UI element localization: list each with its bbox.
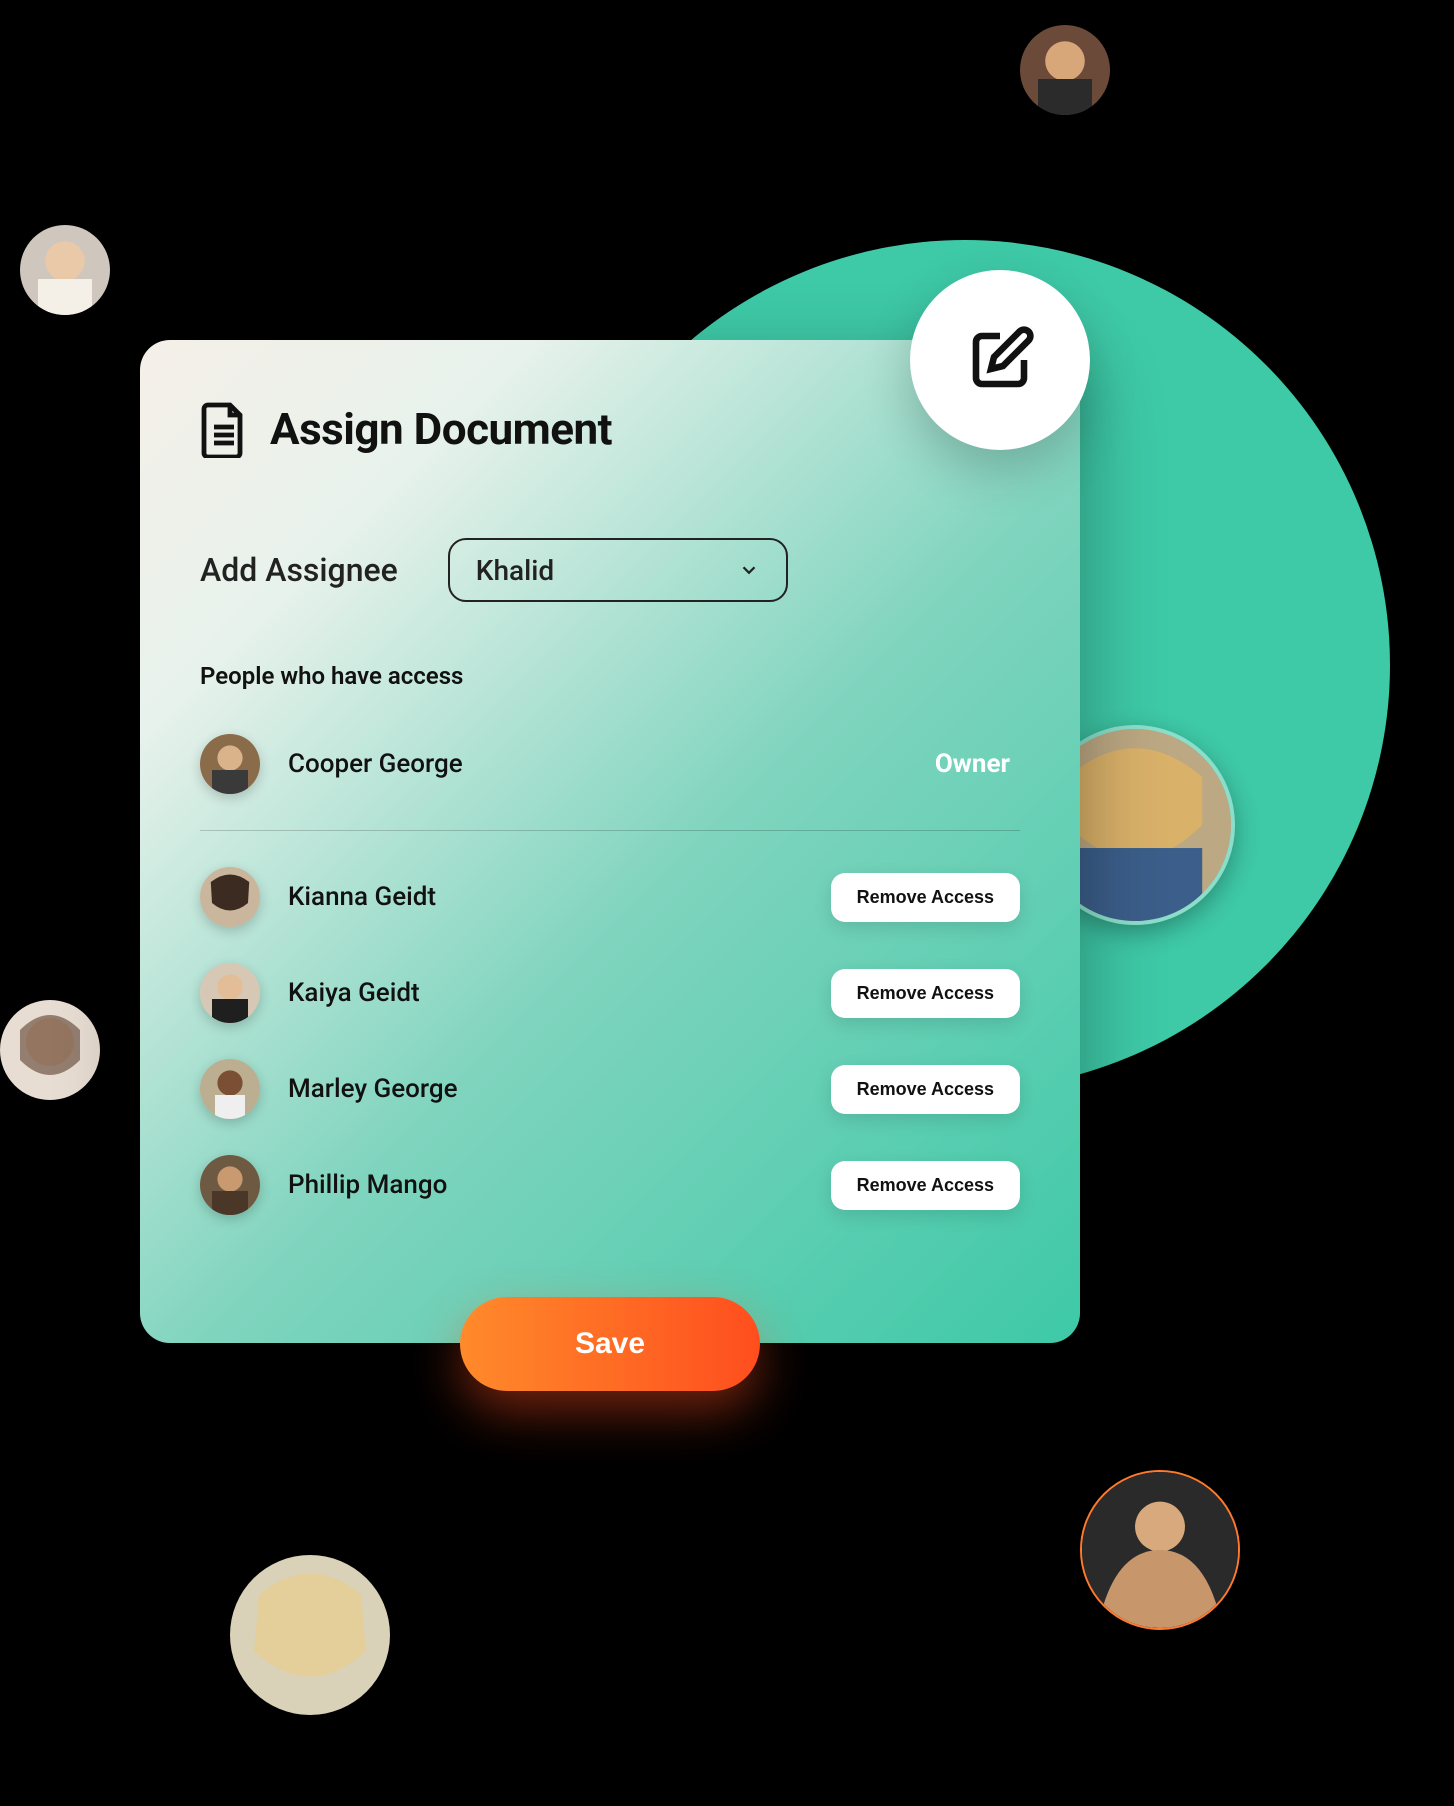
person-name: Kaiya Geidt — [288, 978, 831, 1008]
floating-avatar — [1020, 25, 1110, 115]
remove-access-button[interactable]: Remove Access — [831, 1065, 1020, 1114]
remove-access-button[interactable]: Remove Access — [831, 873, 1020, 922]
person-name: Kianna Geidt — [288, 882, 831, 912]
person-name: Marley George — [288, 1074, 831, 1104]
owner-row: Cooper George Owner — [200, 716, 1020, 831]
edit-button[interactable] — [910, 270, 1090, 450]
floating-avatar — [1080, 1470, 1240, 1630]
assign-document-modal: Assign Document Add Assignee Khalid Peop… — [140, 340, 1080, 1343]
document-icon — [200, 400, 248, 458]
assignee-select[interactable]: Khalid — [448, 538, 788, 602]
access-row: Kianna Geidt Remove Access — [200, 849, 1020, 945]
avatar — [200, 734, 260, 794]
remove-access-button[interactable]: Remove Access — [831, 1161, 1020, 1210]
access-row: Phillip Mango Remove Access — [200, 1137, 1020, 1233]
chevron-down-icon — [738, 559, 760, 581]
access-row: Marley George Remove Access — [200, 1041, 1020, 1137]
avatar — [200, 963, 260, 1023]
edit-icon — [964, 324, 1036, 396]
access-section-label: People who have access — [200, 662, 1020, 690]
remove-access-button[interactable]: Remove Access — [831, 969, 1020, 1018]
avatar — [200, 1155, 260, 1215]
person-name: Phillip Mango — [288, 1170, 831, 1200]
avatar — [200, 867, 260, 927]
owner-name: Cooper George — [288, 749, 935, 779]
avatar — [200, 1059, 260, 1119]
owner-role-label: Owner — [935, 749, 1010, 779]
add-assignee-label: Add Assignee — [200, 551, 398, 589]
modal-title: Assign Document — [270, 403, 612, 455]
save-button[interactable]: Save — [460, 1297, 760, 1391]
floating-avatar — [0, 1000, 100, 1100]
assignee-select-value: Khalid — [476, 554, 554, 587]
floating-avatar — [230, 1555, 390, 1715]
floating-avatar — [20, 225, 110, 315]
access-row: Kaiya Geidt Remove Access — [200, 945, 1020, 1041]
